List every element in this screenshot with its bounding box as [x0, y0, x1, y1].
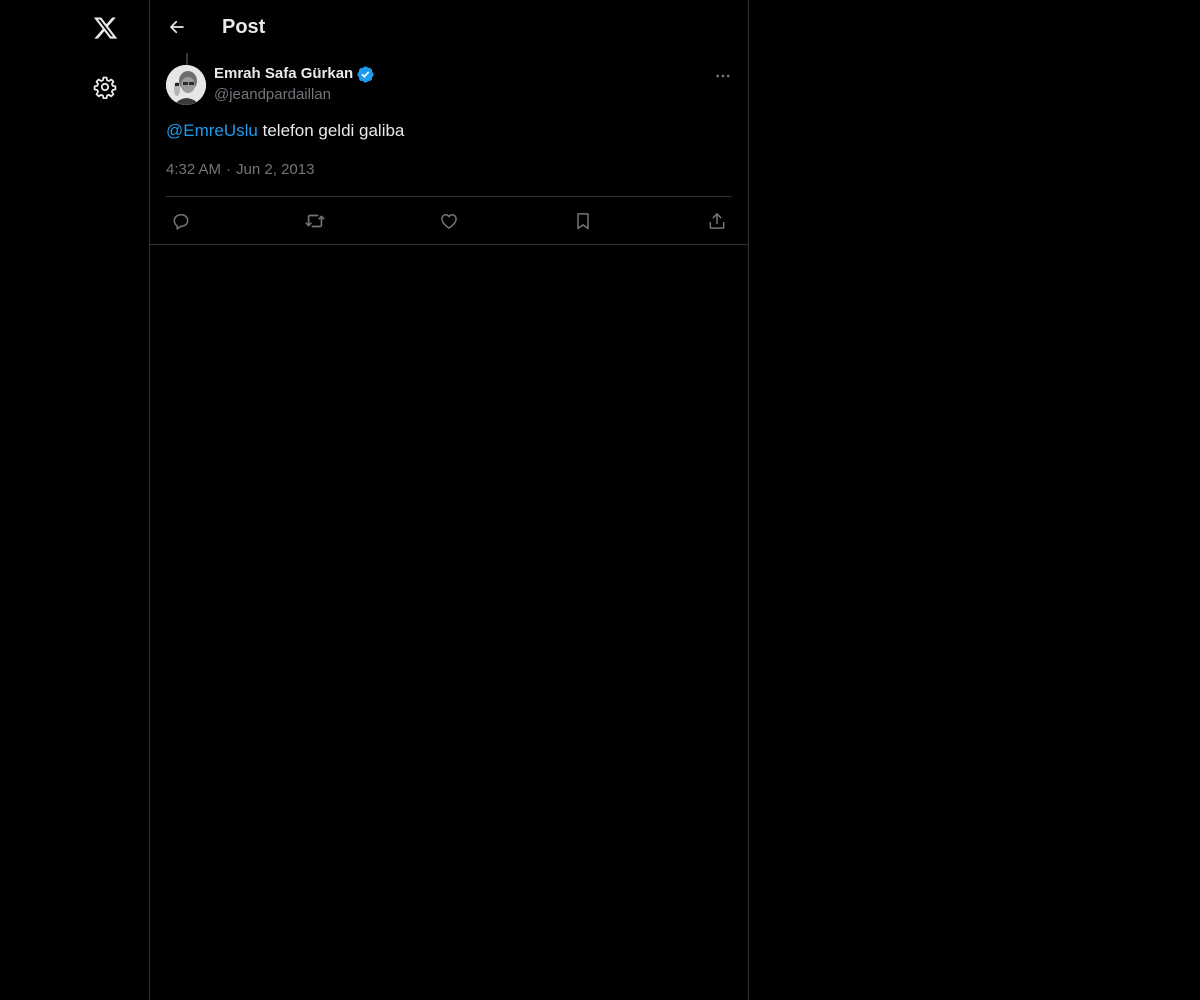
post-text: @EmreUslu telefon geldi galiba: [166, 119, 404, 143]
heart-icon: [439, 211, 459, 231]
post-time[interactable]: 4:32 AM: [166, 160, 221, 180]
left-nav: [0, 0, 149, 1000]
post-actions: [166, 197, 732, 244]
x-logo-icon: [92, 15, 119, 41]
repost-button[interactable]: [298, 204, 332, 238]
bookmark-button[interactable]: [566, 204, 600, 238]
mention-link[interactable]: @EmreUslu: [166, 121, 258, 140]
top-bar: Post: [150, 0, 748, 53]
reply-button[interactable]: [164, 204, 198, 238]
more-horizontal-icon: [714, 67, 732, 85]
avatar[interactable]: [166, 65, 206, 105]
settings-button[interactable]: [81, 63, 129, 111]
share-button[interactable]: [700, 204, 734, 238]
gear-icon: [93, 75, 117, 99]
main-column: Post Emrah Safa Gürkan @jeandpardaillan …: [149, 0, 749, 1000]
share-icon: [707, 211, 727, 231]
repost-icon: [304, 210, 326, 232]
author-name-row: Emrah Safa Gürkan: [214, 64, 375, 84]
page-title: Post: [222, 16, 266, 38]
more-options-button[interactable]: [706, 59, 740, 93]
like-button[interactable]: [432, 204, 466, 238]
reply-icon: [171, 211, 191, 231]
arrow-left-icon: [168, 18, 186, 36]
x-logo-button[interactable]: [81, 4, 129, 52]
post-meta: 4:32 AM · Jun 2, 2013: [166, 160, 314, 180]
meta-separator: ·: [226, 161, 232, 178]
back-button[interactable]: [159, 9, 195, 45]
app-root: Post Emrah Safa Gürkan @jeandpardaillan …: [0, 0, 1200, 1000]
author-name[interactable]: Emrah Safa Gürkan: [214, 64, 353, 84]
post-body-text: telefon geldi galiba: [257, 121, 405, 140]
author-handle[interactable]: @jeandpardaillan: [214, 85, 331, 105]
verified-badge-icon[interactable]: [356, 65, 375, 84]
bookmark-icon: [573, 211, 593, 231]
post: Emrah Safa Gürkan @jeandpardaillan @Emre…: [150, 53, 748, 245]
post-date[interactable]: Jun 2, 2013: [236, 160, 314, 180]
